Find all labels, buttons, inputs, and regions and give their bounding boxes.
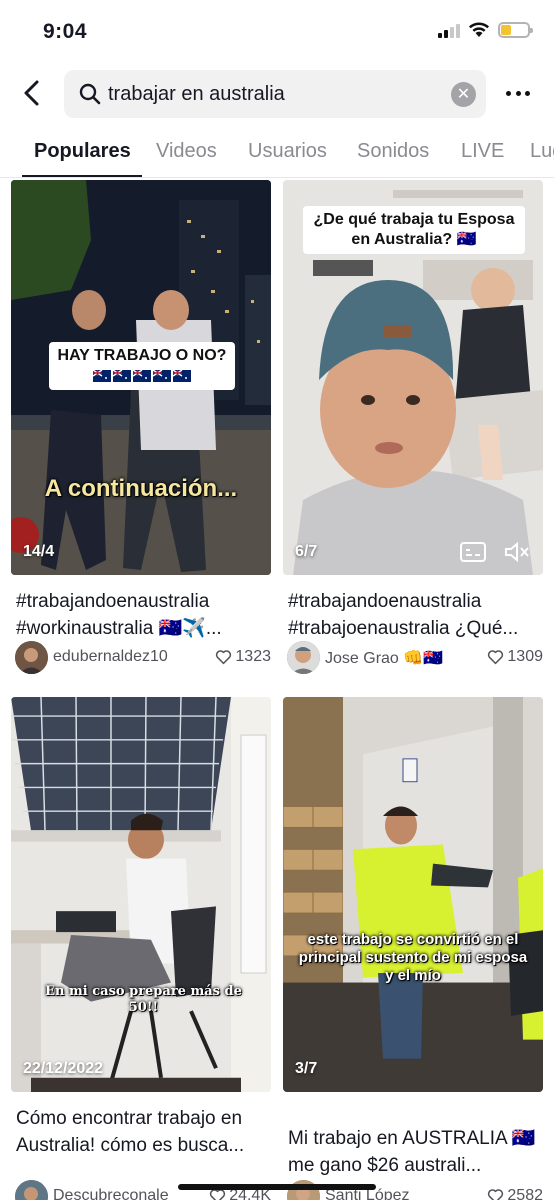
video-description[interactable]: #trabajandoenaustralia #trabajoenaustral… <box>288 588 540 642</box>
heart-icon <box>488 650 504 665</box>
search-header: ✕ <box>0 66 554 122</box>
video-thumbnail[interactable]: En mi caso prepare más de 50!! 22/12/202… <box>11 697 271 1092</box>
video-thumbnail-image <box>283 697 543 1092</box>
like-count-value: 2582 <box>507 1187 543 1200</box>
video-thumbnail-image <box>11 697 271 1092</box>
home-indicator[interactable] <box>178 1184 376 1190</box>
video-date-badge: 6/7 <box>295 543 318 560</box>
video-description[interactable]: #trabajandoenaustralia #workinaustralia … <box>16 588 268 642</box>
avatar[interactable] <box>287 1180 320 1200</box>
status-icons <box>438 22 533 38</box>
video-meta: edubernaldez10 1323 <box>15 641 271 675</box>
back-button[interactable] <box>18 78 48 108</box>
search-tabs: Populares Videos Usuarios Sonidos LIVE L… <box>0 128 554 178</box>
tab-lugares[interactable]: Lug <box>530 140 554 163</box>
clear-search-button[interactable]: ✕ <box>451 82 476 107</box>
video-date-badge: 3/7 <box>295 1060 318 1077</box>
wifi-icon <box>469 22 489 37</box>
subtitles-icon[interactable] <box>459 541 487 563</box>
author-name[interactable]: Jose Grao 👊🇦🇺 <box>325 648 443 668</box>
video-overlay-text: este trabajo se convirtió en el principa… <box>298 931 528 984</box>
like-count: 2582 <box>487 1187 543 1200</box>
active-tab-indicator <box>22 175 142 177</box>
more-options-button[interactable] <box>506 86 530 100</box>
mute-icon[interactable] <box>503 541 531 563</box>
close-icon: ✕ <box>456 86 471 103</box>
chevron-left-icon <box>24 80 39 106</box>
heart-icon <box>216 650 232 665</box>
like-count-value: 1309 <box>507 648 543 665</box>
like-count: 1323 <box>215 648 271 666</box>
video-caption-label: HAY TRABAJO O NO? <box>49 342 235 390</box>
video-caption-label: ¿De qué trabaja tu Esposa en Australia? … <box>303 206 525 254</box>
tab-populares[interactable]: Populares <box>34 140 131 163</box>
avatar[interactable] <box>287 641 320 674</box>
video-date-badge: 14/4 <box>23 543 55 560</box>
video-thumbnail[interactable]: ¿De qué trabaja tu Esposa en Australia? … <box>283 180 543 575</box>
video-thumbnail[interactable]: este trabajo se convirtió en el principa… <box>283 697 543 1092</box>
video-thumbnail[interactable]: HAY TRABAJO O NO? A continuación... 14/4 <box>11 180 271 575</box>
tab-videos[interactable]: Videos <box>156 140 217 163</box>
tab-live[interactable]: LIVE <box>461 140 504 163</box>
video-meta: Descubreconale 24.4K <box>15 1180 271 1200</box>
tab-usuarios[interactable]: Usuarios <box>248 140 327 163</box>
status-time: 9:04 <box>43 20 88 43</box>
author-name[interactable]: edubernaldez10 <box>53 648 168 666</box>
video-overlay-text: En mi caso prepare más de 50!! <box>45 984 242 1015</box>
australia-flags <box>92 367 192 384</box>
caption-text: HAY TRABAJO O NO? <box>57 347 227 364</box>
video-description[interactable]: Mi trabajo en AUSTRALIA 🇦🇺 me gano $26 a… <box>288 1125 540 1179</box>
avatar[interactable] <box>15 641 48 674</box>
search-icon <box>79 83 101 105</box>
search-input[interactable] <box>108 70 448 118</box>
video-description[interactable]: Cómo encontrar trabajo en Australia! cóm… <box>16 1105 272 1159</box>
search-bar[interactable]: ✕ <box>64 70 486 118</box>
battery-icon <box>498 22 533 38</box>
video-overlay-text: A continuación... <box>44 475 238 502</box>
heart-icon <box>488 1189 504 1200</box>
avatar[interactable] <box>15 1180 48 1200</box>
cellular-signal-icon <box>438 22 460 38</box>
like-count-value: 1323 <box>235 648 271 665</box>
like-count: 1309 <box>487 648 543 666</box>
video-meta: Santi López 2582 <box>287 1180 543 1200</box>
status-bar: 9:04 <box>0 0 554 64</box>
tab-sonidos[interactable]: Sonidos <box>357 140 429 163</box>
video-date-badge: 22/12/2022 <box>23 1060 104 1077</box>
author-name[interactable]: Descubreconale <box>53 1187 169 1200</box>
video-meta: Jose Grao 👊🇦🇺 1309 <box>287 641 543 675</box>
